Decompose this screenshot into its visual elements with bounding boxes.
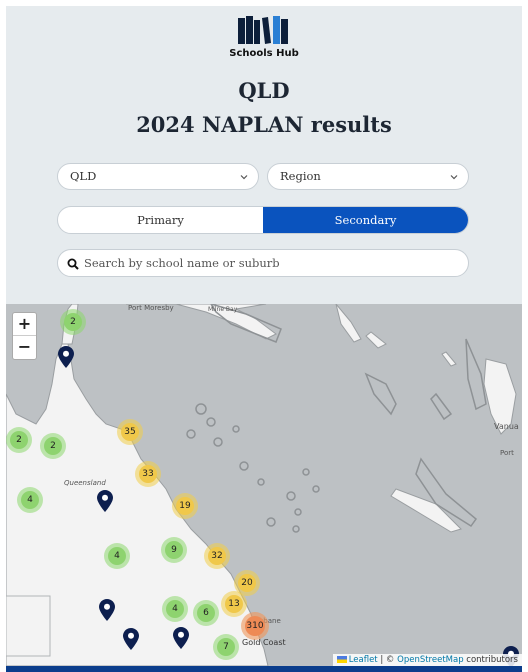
cluster-marker[interactable]: 19: [172, 493, 198, 519]
attribution-suffix: contributors: [463, 655, 518, 665]
cluster-marker[interactable]: 4: [162, 596, 188, 622]
cluster-marker[interactable]: 13: [221, 591, 247, 617]
chevron-down-icon: [240, 175, 248, 180]
cluster-count: 9: [165, 541, 183, 559]
map-label-gold-coast: Gold Coast: [242, 638, 286, 647]
map-label-vanuatu: Vanua: [494, 422, 519, 431]
osm-link[interactable]: OpenStreetMap: [397, 655, 463, 665]
map-label-port-vila: Port: [500, 449, 514, 457]
attribution-separator: | ©: [377, 655, 398, 665]
chevron-down-icon: [450, 175, 458, 180]
cluster-marker[interactable]: 7: [213, 634, 239, 660]
search-input[interactable]: [84, 252, 454, 274]
cluster-count: 2: [44, 437, 62, 455]
cluster-marker[interactable]: 6: [193, 600, 219, 626]
region-select-value: Region: [280, 169, 321, 183]
map-label-milne-bay: Milne Bay: [208, 306, 238, 313]
page-subtitle: 2024 NAPLAN results: [136, 112, 392, 137]
school-pin-icon[interactable]: [97, 490, 113, 512]
books-icon: [238, 16, 288, 44]
cluster-count: 32: [208, 547, 226, 565]
cluster-marker[interactable]: 4: [17, 487, 43, 513]
map-label-queensland: Queensland: [64, 479, 106, 487]
app-page: Schools Hub QLD 2024 NAPLAN results QLD …: [6, 6, 522, 672]
school-pin-icon[interactable]: [123, 628, 139, 650]
cluster-count: 4: [108, 547, 126, 565]
cluster-count: 310: [245, 616, 265, 636]
cluster-marker[interactable]: 2: [60, 309, 86, 335]
cluster-marker[interactable]: 4: [104, 543, 130, 569]
cluster-count: 20: [238, 574, 256, 592]
zoom-out-button[interactable]: −: [13, 336, 36, 359]
school-pin-icon[interactable]: [173, 627, 189, 649]
brand-logo[interactable]: Schools Hub: [6, 14, 522, 59]
brand-name: Schools Hub: [229, 48, 299, 59]
school-pin-icon[interactable]: [99, 599, 115, 621]
page-title: QLD: [238, 78, 290, 103]
zoom-in-button[interactable]: +: [13, 313, 36, 336]
region-select[interactable]: Region: [267, 163, 469, 190]
map-attribution: Leaflet | © OpenStreetMap contributors: [332, 654, 522, 666]
cluster-marker[interactable]: 2: [40, 433, 66, 459]
cluster-marker[interactable]: 32: [204, 543, 230, 569]
cluster-marker[interactable]: 2: [6, 427, 32, 453]
cluster-count: 6: [197, 604, 215, 622]
cluster-count: 13: [225, 595, 243, 613]
state-select[interactable]: QLD: [57, 163, 259, 190]
cluster-count: 19: [176, 497, 194, 515]
map-label-port-moresby: Port Moresby: [128, 304, 174, 312]
secondary-tab[interactable]: Secondary: [263, 207, 468, 233]
school-search: [57, 249, 469, 277]
zoom-control: + −: [12, 312, 37, 360]
cluster-count: 33: [139, 465, 157, 483]
cluster-count: 7: [217, 638, 235, 656]
map-view[interactable]: Port Moresby Milne Bay Queensland Brisba…: [6, 304, 522, 666]
school-pin-icon[interactable]: [58, 346, 74, 368]
school-level-toggle: Primary Secondary: [57, 206, 469, 234]
leaflet-link[interactable]: Leaflet: [349, 655, 378, 665]
primary-tab[interactable]: Primary: [58, 207, 263, 233]
search-icon: [67, 258, 79, 270]
footer-bar: [6, 666, 522, 672]
cluster-count: 4: [166, 600, 184, 618]
cluster-count: 2: [10, 431, 28, 449]
cluster-count: 2: [64, 313, 82, 331]
cluster-marker[interactable]: 9: [161, 537, 187, 563]
ukraine-flag-icon: [336, 656, 347, 663]
state-select-value: QLD: [70, 169, 97, 183]
cluster-marker[interactable]: 33: [135, 461, 161, 487]
cluster-marker[interactable]: 35: [117, 419, 143, 445]
cluster-count: 35: [121, 423, 139, 441]
cluster-count: 4: [21, 491, 39, 509]
cluster-marker[interactable]: 310: [241, 612, 269, 640]
